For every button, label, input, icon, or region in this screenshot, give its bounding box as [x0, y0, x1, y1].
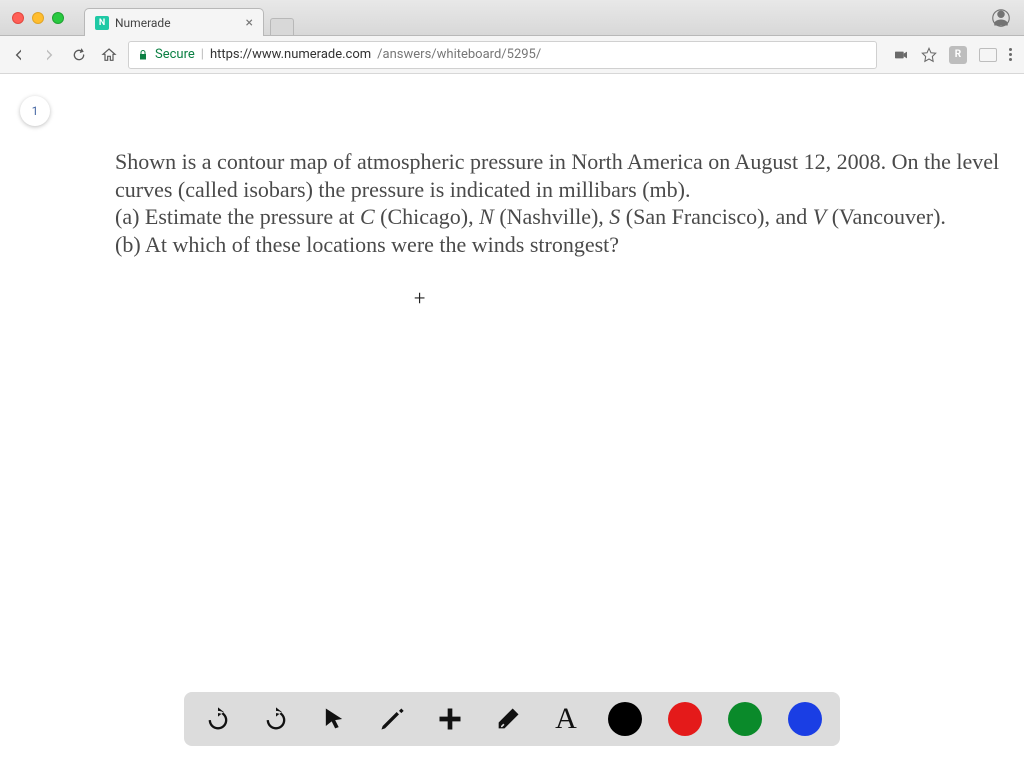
url-path: /answers/whiteboard/5295/ [377, 47, 541, 62]
reload-button[interactable] [68, 44, 90, 66]
city-s-var: S [609, 204, 620, 229]
window-titlebar: N Numerade × [0, 0, 1024, 36]
bookmark-star-icon[interactable] [921, 47, 937, 63]
city-v-var: V [813, 204, 826, 229]
city-c-var: C [360, 204, 375, 229]
add-tool[interactable] [434, 703, 466, 735]
color-black[interactable] [608, 702, 642, 736]
camera-icon[interactable] [893, 47, 909, 63]
color-green[interactable] [728, 702, 762, 736]
tab-strip: N Numerade × [84, 0, 294, 35]
secure-label: Secure [155, 47, 195, 62]
crosshair-cursor: + [414, 286, 425, 310]
whiteboard-toolbar: A [184, 692, 840, 746]
toolbar-right-icons: R [893, 46, 1012, 64]
home-button[interactable] [98, 44, 120, 66]
city-v-label: (Vancouver). [826, 204, 946, 229]
separator: | [201, 47, 204, 62]
extension-badge[interactable]: R [949, 46, 967, 64]
question-part-b: (b) At which of these locations were the… [115, 232, 619, 257]
page-content: 1 Shown is a contour map of atmospheric … [0, 74, 1024, 760]
url-host: https://www.numerade.com [210, 47, 371, 62]
tab-favicon: N [95, 16, 109, 30]
close-window-button[interactable] [12, 12, 24, 24]
color-blue[interactable] [788, 702, 822, 736]
city-n-var: N [479, 204, 494, 229]
profile-icon[interactable] [992, 9, 1010, 27]
lock-icon [137, 49, 149, 61]
pencil-tool[interactable] [376, 703, 408, 735]
forward-button[interactable] [38, 44, 60, 66]
tab-title: Numerade [115, 16, 171, 30]
browser-tab-numerade[interactable]: N Numerade × [84, 8, 264, 36]
minimize-window-button[interactable] [32, 12, 44, 24]
text-tool[interactable]: A [550, 703, 582, 735]
question-text: Shown is a contour map of atmospheric pr… [115, 148, 1004, 258]
menu-button[interactable] [1009, 48, 1012, 61]
traffic-lights [0, 12, 64, 24]
city-n-label: (Nashville), [494, 204, 609, 229]
text-tool-label: A [555, 702, 577, 736]
undo-button[interactable] [202, 703, 234, 735]
tab-close-icon[interactable]: × [246, 15, 253, 31]
page-number-badge[interactable]: 1 [20, 96, 50, 126]
eraser-tool[interactable] [492, 703, 524, 735]
maximize-window-button[interactable] [52, 12, 64, 24]
redo-button[interactable] [260, 703, 292, 735]
question-intro: Shown is a contour map of atmospheric pr… [115, 149, 999, 202]
question-part-a-prefix: (a) Estimate the pressure at [115, 204, 360, 229]
city-s-label: (San Francisco), and [620, 204, 812, 229]
cast-icon[interactable] [979, 48, 997, 62]
color-red[interactable] [668, 702, 702, 736]
new-tab-button[interactable] [270, 18, 294, 36]
browser-toolbar: Secure | https://www.numerade.com/answer… [0, 36, 1024, 74]
back-button[interactable] [8, 44, 30, 66]
pointer-tool[interactable] [318, 703, 350, 735]
address-bar[interactable]: Secure | https://www.numerade.com/answer… [128, 41, 877, 69]
city-c-label: (Chicago), [375, 204, 479, 229]
